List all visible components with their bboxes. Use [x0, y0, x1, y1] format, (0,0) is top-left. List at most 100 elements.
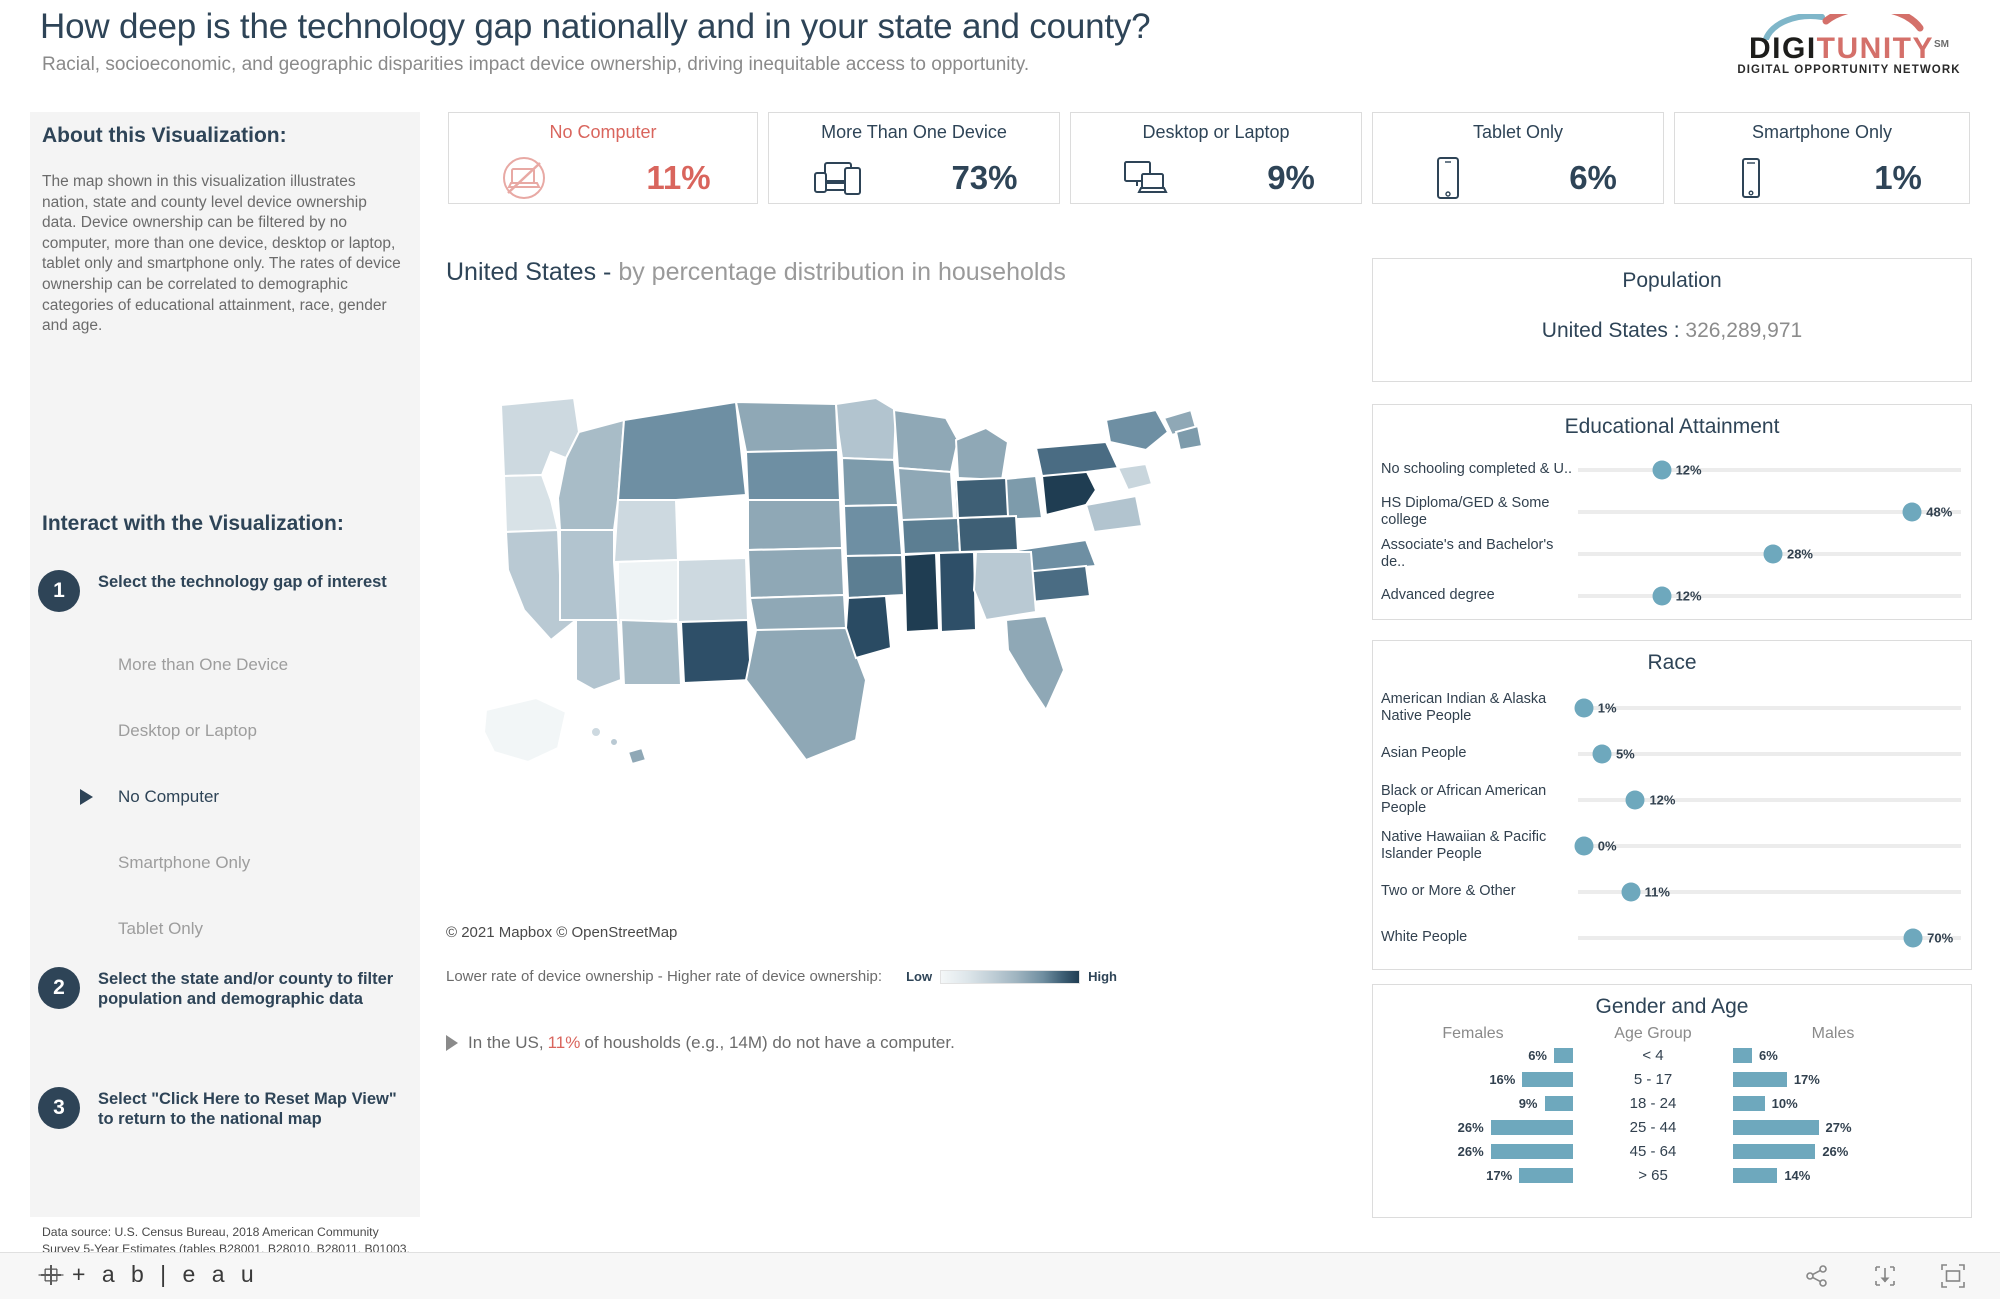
download-icon[interactable] [1872, 1263, 1898, 1289]
dot-value-label: 12% [1675, 462, 1702, 478]
kpi-value: 11% [646, 159, 711, 196]
male-bar[interactable] [1733, 1047, 1752, 1063]
dot-row[interactable]: White People 70% [1373, 915, 1971, 961]
dot-marker[interactable] [1652, 586, 1672, 606]
dot-marker[interactable] [1763, 544, 1783, 564]
female-bar[interactable] [1490, 1143, 1573, 1159]
male-bar[interactable] [1733, 1071, 1787, 1087]
kpi-card-smartphone-only[interactable]: Smartphone Only 1% [1674, 112, 1970, 204]
age-group-label: 18 - 24 [1629, 1094, 1677, 1112]
dot-marker[interactable] [1621, 882, 1641, 902]
dot-marker[interactable] [1903, 928, 1923, 948]
smartphone-icon [1722, 155, 1780, 201]
dot-marker[interactable] [1574, 836, 1594, 856]
dot-marker[interactable] [1574, 698, 1594, 718]
gender-age-header-row: Females Age Group Males [1373, 1025, 1971, 1043]
dot-row[interactable]: Two or More & Other 11% [1373, 869, 1971, 915]
dot-row-label: Black or African American People [1381, 782, 1547, 816]
dot-row[interactable]: Advanced degree 12% [1373, 575, 1971, 617]
female-bar[interactable] [1544, 1095, 1573, 1111]
state-michigan [954, 426, 1010, 482]
dot-row[interactable]: HS Diploma/GED & Some college 48% [1373, 491, 1971, 533]
race-dot-chart[interactable]: American Indian & Alaska Native People 1%… [1373, 685, 1971, 961]
males-column-header: Males [1811, 1025, 1855, 1042]
male-bar[interactable] [1733, 1095, 1765, 1111]
state-tennessee-east [956, 514, 1020, 554]
state-arkansas [844, 553, 906, 600]
dot-row[interactable]: No schooling completed & U.. 12% [1373, 449, 1971, 491]
dot-marker[interactable] [1592, 744, 1612, 764]
gender-age-row[interactable]: 26% 25 - 44 27% [1373, 1115, 1971, 1139]
female-bar[interactable] [1554, 1047, 1573, 1063]
educational-attainment-dot-chart[interactable]: No schooling completed & U.. 12% HS Diplom… [1373, 449, 1971, 617]
gap-option-no-computer[interactable]: No Computer [80, 764, 408, 830]
state-kentucky [954, 476, 1010, 520]
fullscreen-icon[interactable] [1940, 1263, 1966, 1289]
kpi-card-desktop-or-laptop[interactable]: Desktop or Laptop 9% [1070, 112, 1362, 204]
dot-marker[interactable] [1902, 502, 1922, 522]
tableau-logo[interactable]: + a b | e a u [38, 1261, 259, 1288]
gender-age-row[interactable]: 17% > 65 14% [1373, 1163, 1971, 1187]
kpi-row: 11% [449, 153, 757, 203]
female-bar[interactable] [1519, 1167, 1573, 1183]
age-group-label: 45 - 64 [1629, 1142, 1677, 1160]
gender-age-bar-chart[interactable]: 6% < 4 6% 16% 5 - 17 17% 9% 18 - 24 10% 26% 25 - 4… [1373, 1043, 1971, 1187]
dot-row-track: 0% [1574, 823, 1961, 869]
state-tennessee [900, 516, 962, 556]
female-bar[interactable] [1522, 1071, 1573, 1087]
age-group-label: 25 - 44 [1629, 1118, 1677, 1136]
us-choropleth-map[interactable] [446, 380, 1346, 900]
step-2-badge: 2 [38, 967, 80, 1009]
kpi-card-tablet-only[interactable]: Tablet Only 6% [1372, 112, 1664, 204]
gap-option-smartphone-only[interactable]: Smartphone Only [118, 830, 408, 896]
population-region-label: United States : [1541, 319, 1680, 342]
gap-option-more-than-one-device[interactable]: More than One Device [118, 632, 408, 698]
state-missouri [842, 503, 904, 558]
dot-value-label: 0% [1597, 838, 1617, 854]
dot-row[interactable]: Asian People 5% [1373, 731, 1971, 777]
map-svg[interactable] [446, 380, 1346, 900]
kpi-card-no-computer[interactable]: No Computer 11% [448, 112, 758, 204]
kpi-label: No Computer [549, 122, 657, 142]
technology-gap-filter-list[interactable]: More than One Device Desktop or Laptop N… [80, 632, 408, 962]
female-value-label: 6% [1528, 1047, 1547, 1063]
legend-gradient-bar [940, 969, 1081, 984]
gender-age-row[interactable]: 26% 45 - 64 26% [1373, 1139, 1971, 1163]
male-bar[interactable] [1733, 1143, 1816, 1159]
dot-row[interactable]: Black or African American People 12% [1373, 777, 1971, 823]
state-minnesota [834, 396, 898, 462]
dot-marker[interactable] [1625, 790, 1645, 810]
age-group-label: < 4 [1642, 1046, 1664, 1064]
digitunity-logo: DIGITUNITYSM DIGITAL OPPORTUNITY NETWORK [1724, 14, 1974, 76]
tableau-mark-icon [38, 1264, 64, 1285]
gap-option-tablet-only[interactable]: Tablet Only [118, 896, 408, 962]
state-south-dakota [744, 448, 842, 501]
dot-row-track: 12% [1578, 575, 1961, 617]
dot-row[interactable]: Associate's and Bachelor's de.. 28% [1373, 533, 1971, 575]
state-virginia [1084, 494, 1144, 534]
gap-option-desktop-or-laptop[interactable]: Desktop or Laptop [118, 698, 408, 764]
gender-age-row[interactable]: 9% 18 - 24 10% [1373, 1091, 1971, 1115]
male-bar[interactable] [1733, 1167, 1778, 1183]
female-bar[interactable] [1490, 1119, 1573, 1135]
tableau-wordmark: + a b | e a u [72, 1261, 259, 1287]
dot-marker[interactable] [1652, 460, 1672, 480]
state-alabama [937, 550, 978, 634]
male-bar[interactable] [1733, 1119, 1819, 1135]
age-group-column-header: Age Group [1614, 1025, 1692, 1042]
logo-sm-mark: SM [1934, 39, 1949, 50]
state-nebraska [747, 499, 844, 552]
gender-age-row[interactable]: 16% 5 - 17 17% [1373, 1067, 1971, 1091]
step-2-text: Select the state and/or county to filter… [98, 970, 394, 1009]
dot-row[interactable]: Native Hawaiian & Pacific Islander Peopl… [1373, 823, 1971, 869]
age-group-label: 5 - 17 [1633, 1070, 1673, 1088]
logo-wordmark: DIGITUNITYSM [1724, 34, 1974, 64]
state-pennsylvania [1034, 440, 1120, 478]
dot-row[interactable]: American Indian & Alaska Native People 1% [1373, 685, 1971, 731]
gender-age-row[interactable]: 6% < 4 6% [1373, 1043, 1971, 1067]
kpi-card-more-than-one-device[interactable]: More Than One Device 73% [768, 112, 1060, 204]
dot-row-track: 70% [1578, 915, 1961, 961]
state-colorado [677, 556, 750, 624]
share-icon[interactable] [1804, 1263, 1830, 1289]
state-alaska [482, 696, 568, 764]
